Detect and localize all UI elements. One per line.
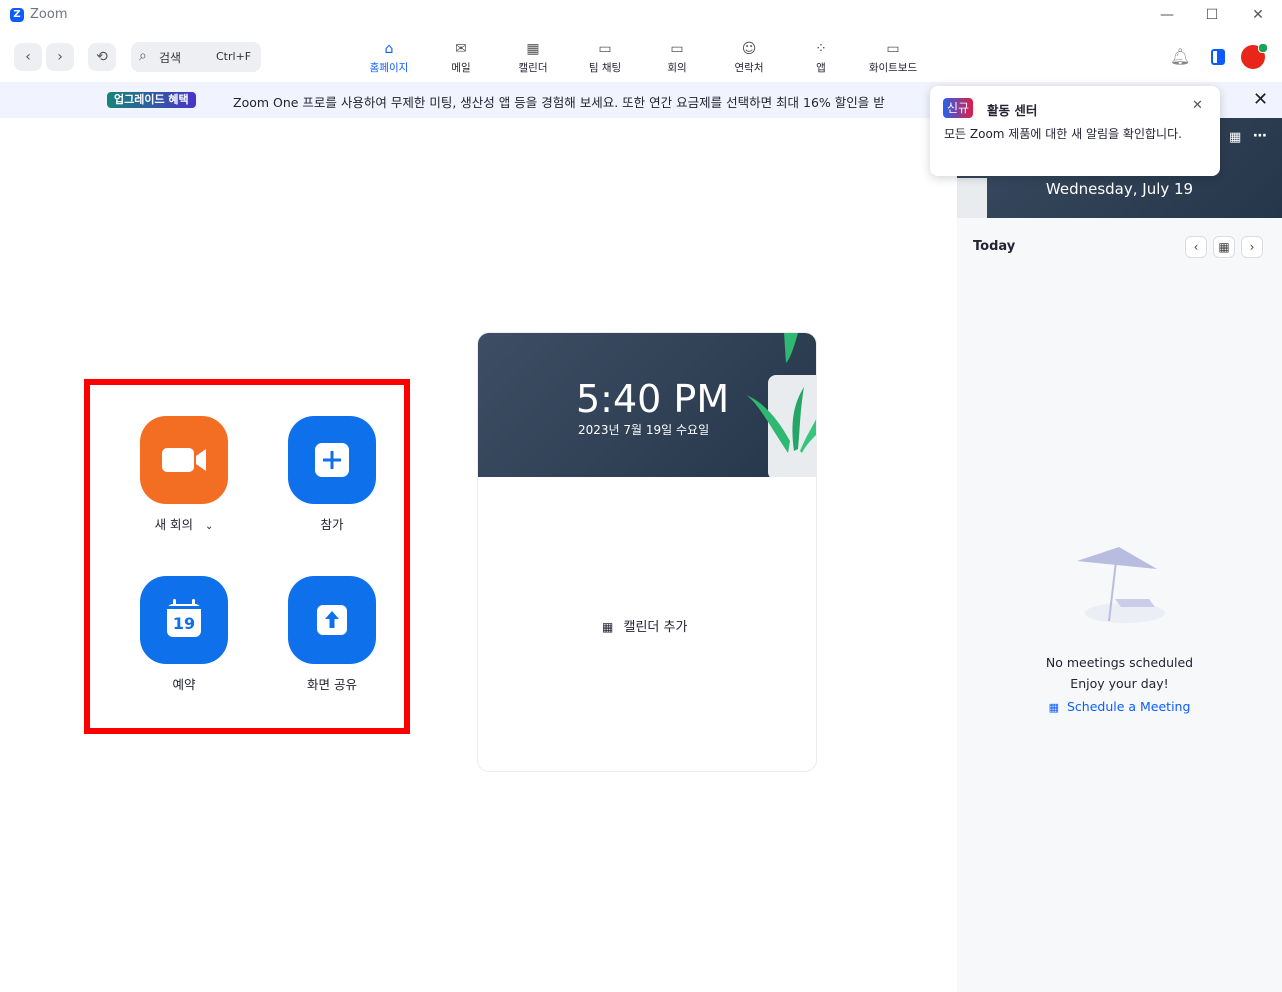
clock-time: 5:40 PM [576, 377, 730, 421]
share-screen-button[interactable] [288, 576, 376, 664]
schedule-button[interactable]: 19 [140, 576, 228, 664]
tab-contacts[interactable]: ☺ 연락처 [713, 40, 785, 82]
calendar-day: 19 [172, 614, 196, 633]
search-placeholder: 검색 [159, 51, 182, 65]
zoom-logo-icon: Z [10, 8, 24, 22]
previous-day-button[interactable]: ‹ [1185, 236, 1207, 258]
side-panel-toggle-icon[interactable] [1211, 49, 1225, 65]
schedule-label: 예약 [172, 677, 196, 692]
schedule-meeting-link[interactable]: ▦ Schedule a Meeting [957, 699, 1282, 714]
tab-label: 메일 [451, 62, 471, 74]
tab-team-chat[interactable]: ▭ 팀 채팅 [569, 40, 641, 82]
enjoy-text: Enjoy your day! [1070, 676, 1169, 691]
add-calendar-label: 캘린더 추가 [623, 620, 688, 635]
clock-card: 5:40 PM 2023년 7월 19일 수요일 ▦ 캘린더 추가 [477, 332, 817, 772]
new-meeting-button[interactable] [140, 416, 228, 504]
search-icon: ⌕ [139, 48, 147, 64]
upcoming-meetings-panel: ▦ ⋯ Wednesday, July 19 Today ‹ ▦ › No me… [957, 118, 1282, 992]
join-label: 참가 [320, 517, 344, 532]
tab-home[interactable]: ⌂ 홈페이지 [353, 40, 425, 82]
video-icon: ▭ [670, 41, 684, 57]
plus-icon [315, 443, 349, 477]
forward-button[interactable]: › [46, 43, 74, 71]
popup-title: 활동 센터 [987, 103, 1038, 118]
apps-icon: ⁘ [815, 41, 827, 57]
presence-status-badge [1258, 43, 1268, 53]
new-badge: 신규 [943, 98, 974, 118]
search-shortcut: Ctrl+F [216, 50, 252, 63]
search-input[interactable]: ⌕ 검색 Ctrl+F [131, 42, 261, 72]
tab-label: 홈페이지 [369, 62, 409, 74]
tab-label: 화이트보드 [868, 62, 918, 74]
chevron-down-icon[interactable]: ⌄ [205, 521, 213, 532]
activity-center-popup: 신규 활동 센터 ✕ 모든 Zoom 제품에 대한 새 알림을 확인합니다. [930, 86, 1220, 176]
banner-close-icon[interactable]: ✕ [1253, 89, 1268, 110]
popup-close-icon[interactable]: ✕ [1192, 98, 1203, 113]
clock-header: 5:40 PM 2023년 7월 19일 수요일 [478, 333, 816, 477]
contacts-icon: ☺ [741, 41, 757, 57]
popup-body: 모든 Zoom 제품에 대한 새 알림을 확인합니다. [944, 127, 1182, 141]
bell-icon[interactable]: 🔔︎ [1170, 47, 1190, 66]
tab-label: 팀 채팅 [588, 62, 622, 74]
calendar-icon: ▦ [526, 41, 540, 57]
calendar-add-icon: ▦ [1048, 701, 1059, 714]
new-meeting-label-wrap[interactable]: 새 회의 ⌄ [114, 514, 254, 533]
tab-apps[interactable]: ⁘ 앱 [785, 40, 857, 82]
plant-illustration-icon [746, 333, 816, 477]
panel-date: Wednesday, July 19 [1045, 180, 1194, 198]
whiteboard-icon: ▭ [886, 41, 900, 57]
today-label: Today [973, 239, 1016, 254]
calendar-add-icon: ▦ [602, 620, 614, 634]
next-day-button[interactable]: › [1241, 236, 1263, 258]
add-calendar-button[interactable]: ▦ 캘린더 추가 [602, 616, 687, 635]
title-bar: Z Zoom — ☐ ✕ [0, 0, 1282, 31]
history-button[interactable]: ⟲ [88, 43, 116, 71]
tab-label: 앱 [816, 62, 826, 74]
back-button[interactable]: ‹ [14, 43, 42, 71]
tab-whiteboard[interactable]: ▭ 화이트보드 [857, 40, 929, 82]
upgrade-badge[interactable]: 업그레이드 혜택 [107, 92, 196, 108]
close-window-button[interactable]: ✕ [1243, 4, 1273, 26]
mail-icon: ✉ [455, 41, 467, 57]
tab-label: 회의 [667, 62, 687, 74]
join-button[interactable] [288, 416, 376, 504]
main-toolbar: ‹ › ⟲ ⌕ 검색 Ctrl+F ⌂ 홈페이지 ✉ 메일 ▦ 캘린더 ▭ 팀 … [0, 30, 1282, 82]
home-icon: ⌂ [384, 41, 394, 57]
calendar-picker-button[interactable]: ▦ [1213, 236, 1235, 258]
share-screen-label: 화면 공유 [307, 677, 357, 692]
calendar-add-icon[interactable]: ▦ [1229, 130, 1241, 145]
new-meeting-label: 새 회의 [154, 517, 194, 532]
chat-icon: ▭ [598, 41, 612, 57]
tab-label: 연락처 [734, 62, 764, 74]
minimize-button[interactable]: — [1152, 4, 1182, 26]
tab-label: 캘린더 [518, 62, 548, 74]
tab-mail[interactable]: ✉ 메일 [425, 40, 497, 82]
maximize-button[interactable]: ☐ [1197, 4, 1227, 26]
share-arrow-icon [317, 605, 347, 635]
history-icon: ⟲ [96, 49, 108, 65]
window-title: Zoom [30, 7, 68, 22]
video-camera-icon [162, 448, 206, 472]
schedule-meeting-label: Schedule a Meeting [1066, 699, 1191, 714]
tab-meetings[interactable]: ▭ 회의 [641, 40, 713, 82]
calendar-icon: ▦ [1218, 240, 1230, 254]
clock-date: 2023년 7월 19일 수요일 [578, 423, 710, 437]
tab-calendar[interactable]: ▦ 캘린더 [497, 40, 569, 82]
more-options-icon[interactable]: ⋯ [1253, 128, 1267, 144]
beach-umbrella-icon [1077, 547, 1165, 623]
no-meetings-text: No meetings scheduled [1045, 655, 1194, 670]
banner-text: Zoom One 프로를 사용하여 무제한 미팅, 생산성 앱 등을 경험해 보… [233, 95, 885, 110]
